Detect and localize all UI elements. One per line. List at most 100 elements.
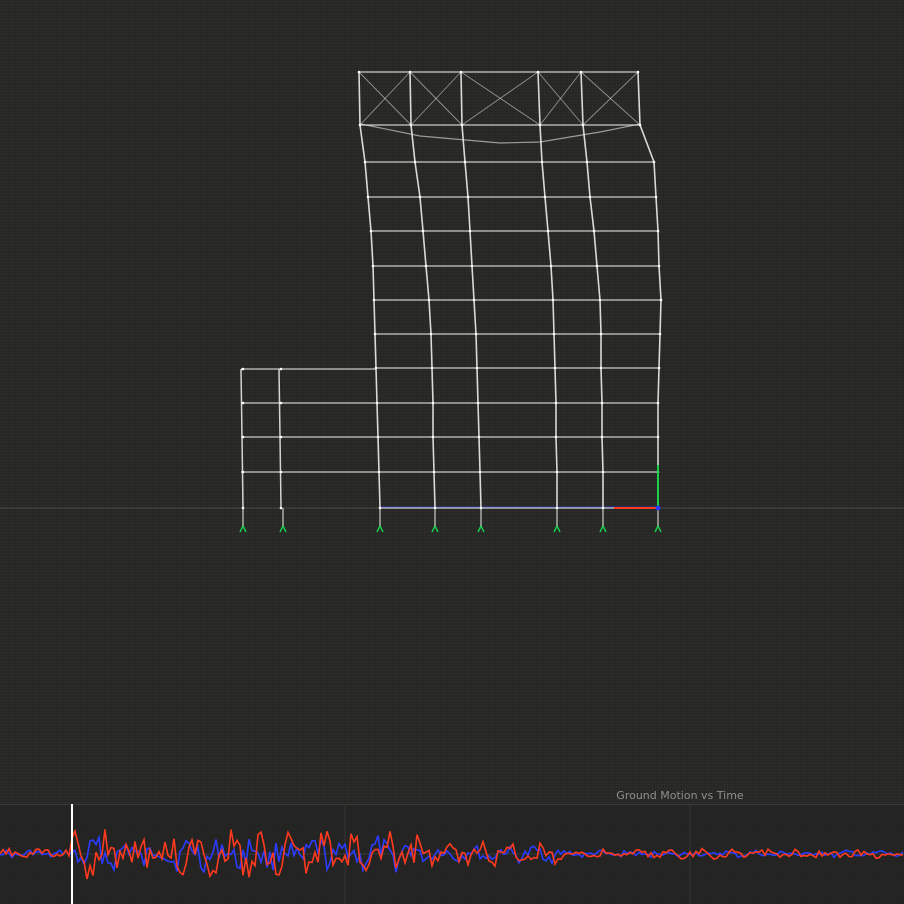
frame-node: [543, 195, 547, 199]
frame-node: [241, 470, 245, 474]
pin-support-icon: [654, 524, 662, 533]
ground-motion-plot: Ground Motion vs Time: [0, 789, 904, 904]
frame-node: [599, 366, 603, 370]
frame-node: [373, 332, 377, 336]
pin-support-icon: [239, 524, 247, 533]
frame-node: [363, 160, 367, 164]
frame-node: [600, 435, 604, 439]
frame-chord: [360, 123, 641, 144]
z-axis-dot: [655, 505, 661, 511]
frame-node: [540, 160, 544, 164]
pin-support-icon: [376, 524, 384, 533]
frame-node: [600, 401, 604, 405]
frame-node: [409, 123, 413, 127]
frame-node: [579, 70, 583, 74]
frame-node: [408, 70, 412, 74]
3d-viewport[interactable]: Ground Motion vs Time: [0, 0, 904, 904]
frame-node: [372, 298, 376, 302]
frame-node: [536, 70, 540, 74]
frame-node: [553, 366, 557, 370]
frame-node: [466, 195, 470, 199]
frame-node: [460, 123, 464, 127]
frame-node: [413, 160, 417, 164]
plot-title: Ground Motion vs Time: [616, 789, 744, 802]
frame-node: [598, 298, 602, 302]
frame-node: [459, 70, 463, 74]
frame-node: [431, 435, 435, 439]
frame-node: [279, 435, 283, 439]
pin-support-icon: [553, 524, 561, 533]
frame-node: [658, 332, 662, 336]
podium-column: [240, 368, 244, 509]
frame-node: [588, 195, 592, 199]
frame-node: [477, 435, 481, 439]
frame-node: [659, 298, 663, 302]
frame-node: [279, 506, 283, 510]
frame-node: [468, 229, 472, 233]
frame-node: [654, 195, 658, 199]
frame-node: [418, 195, 422, 199]
pin-support-icon: [279, 524, 287, 533]
frame-node: [652, 160, 656, 164]
frame-node: [601, 470, 605, 474]
frame-node: [478, 470, 482, 474]
frame-column: [580, 71, 604, 508]
frame-node: [369, 229, 373, 233]
frame-node: [475, 366, 479, 370]
frame-node: [430, 366, 434, 370]
frame-node: [357, 70, 361, 74]
frame-node: [470, 264, 474, 268]
frame-brace: [358, 71, 412, 126]
building-frame: [240, 70, 663, 510]
frame-node: [656, 229, 660, 233]
structure-model-view[interactable]: [0, 0, 904, 904]
frame-node: [424, 264, 428, 268]
frame-node: [555, 470, 559, 474]
frame-node: [241, 435, 245, 439]
frame-node: [358, 123, 362, 127]
frame-column: [637, 71, 662, 508]
frame-node: [592, 229, 596, 233]
frame-node: [241, 401, 245, 405]
frame-brace: [580, 71, 641, 126]
frame-column: [358, 71, 381, 509]
frame-column: [460, 71, 482, 509]
frame-node: [656, 401, 660, 405]
pin-support-icon: [599, 524, 607, 533]
frame-node: [546, 229, 550, 233]
frame-node: [538, 123, 542, 127]
pin-support-icon: [431, 524, 439, 533]
frame-node: [421, 229, 425, 233]
support-markers: [239, 508, 662, 533]
ground-motion-traces: [0, 804, 904, 904]
frame-node: [371, 264, 375, 268]
frame-node: [656, 435, 660, 439]
frame-node: [595, 264, 599, 268]
frame-node: [279, 470, 283, 474]
frame-node: [636, 70, 640, 74]
frame-node: [279, 367, 283, 371]
frame-node: [431, 401, 435, 405]
frame-node: [657, 264, 661, 268]
frame-brace: [537, 71, 584, 126]
frame-node: [474, 332, 478, 336]
frame-node: [463, 160, 467, 164]
frame-node: [554, 401, 558, 405]
frame-node: [279, 401, 283, 405]
frame-node: [429, 332, 433, 336]
frame-node: [554, 435, 558, 439]
frame-brace: [409, 71, 463, 126]
podium-column: [278, 368, 282, 509]
frame-node: [427, 298, 431, 302]
frame-node: [552, 332, 556, 336]
frame-node: [366, 195, 370, 199]
frame-node: [638, 123, 642, 127]
frame-node: [585, 160, 589, 164]
pin-support-icon: [477, 524, 485, 533]
frame-node: [476, 401, 480, 405]
frame-node: [241, 367, 245, 371]
frame-node: [599, 332, 603, 336]
frame-column: [537, 71, 558, 508]
frame-node: [432, 470, 436, 474]
frame-node: [581, 123, 585, 127]
